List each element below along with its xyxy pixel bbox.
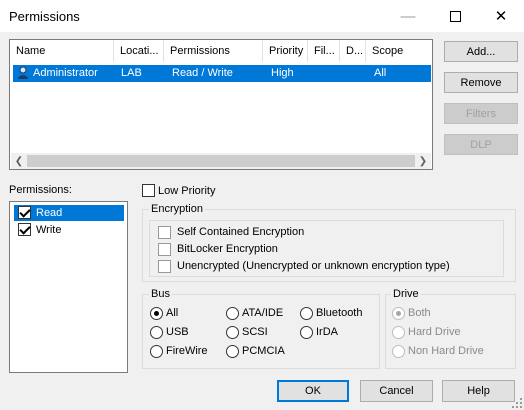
drive-hard-drive-radio[interactable]	[392, 326, 405, 339]
column-header-permissions[interactable]: Permissions	[164, 40, 263, 62]
permissions-list[interactable]: Name Locati... Permissions Priority Fil.…	[9, 39, 433, 170]
bus-all-label: All	[166, 307, 179, 319]
bus-irda-radio[interactable]	[300, 326, 313, 339]
scroll-left-button[interactable]: ❮	[11, 153, 27, 169]
bus-pcmcia-radio[interactable]	[226, 345, 239, 358]
bus-scsi-radio[interactable]	[226, 326, 239, 339]
table-row[interactable]: Administrator LAB Read / Write High All	[13, 65, 431, 82]
low-priority-checkbox[interactable]	[142, 184, 155, 197]
bus-title: Bus	[149, 288, 172, 300]
permissions-label: Permissions:	[9, 184, 72, 196]
minimize-button[interactable]: —	[385, 0, 431, 32]
help-button[interactable]: Help	[442, 380, 515, 402]
cell-name: Administrator	[13, 65, 110, 82]
drive-non-hard-drive-radio[interactable]	[392, 345, 405, 358]
drive-both-radio[interactable]	[392, 307, 405, 320]
read-label: Read	[36, 207, 63, 219]
title-bar: Permissions — ✕	[0, 0, 524, 32]
drive-non-hard-drive-label: Non Hard Drive	[408, 345, 484, 357]
bus-firewire-label: FireWire	[166, 345, 208, 357]
drive-hard-drive-label: Hard Drive	[408, 326, 461, 338]
cancel-button[interactable]: Cancel	[360, 380, 433, 402]
encryption-title: Encryption	[149, 203, 205, 215]
drive-both-label: Both	[408, 307, 431, 319]
bus-ata-ide-label: ATA/IDE	[242, 307, 284, 319]
column-header-priority[interactable]: Priority	[263, 40, 308, 62]
horizontal-scrollbar[interactable]: ❮ ❯	[11, 153, 431, 169]
write-checkbox[interactable]	[18, 223, 31, 236]
encryption-options-box: Self Contained Encryption BitLocker Encr…	[149, 220, 504, 277]
remove-button[interactable]: Remove	[444, 72, 518, 93]
bus-scsi-label: SCSI	[242, 326, 268, 338]
unencrypted-checkbox[interactable]	[158, 260, 171, 273]
self-contained-encryption-label: Self Contained Encryption	[177, 226, 305, 238]
resize-grip-icon[interactable]	[512, 398, 522, 408]
column-header-location[interactable]: Locati...	[114, 40, 164, 62]
bus-usb-radio[interactable]	[150, 326, 163, 339]
column-header-scope[interactable]: Scope	[366, 40, 432, 62]
list-item-read[interactable]: Read	[14, 205, 124, 221]
bus-usb-label: USB	[166, 326, 189, 338]
self-contained-encryption-checkbox[interactable]	[158, 226, 171, 239]
minimize-icon: —	[400, 7, 416, 25]
column-header-name[interactable]: Name	[10, 40, 114, 62]
cell-priority: High	[271, 67, 294, 79]
column-header-filter[interactable]: Fil...	[308, 40, 340, 62]
bus-irda-label: IrDA	[316, 326, 338, 338]
bitlocker-encryption-label: BitLocker Encryption	[177, 243, 278, 255]
maximize-icon	[449, 10, 461, 22]
bus-all-radio[interactable]	[150, 307, 163, 320]
list-item-write[interactable]: Write	[14, 222, 124, 238]
unencrypted-label: Unencrypted (Unencrypted or unknown encr…	[177, 260, 450, 272]
bitlocker-encryption-checkbox[interactable]	[158, 243, 171, 256]
user-icon	[18, 66, 28, 79]
scroll-right-button[interactable]: ❯	[415, 153, 431, 169]
maximize-button[interactable]	[432, 0, 478, 32]
ok-button[interactable]: OK	[277, 380, 349, 402]
bus-bluetooth-label: Bluetooth	[316, 307, 363, 319]
row-details: LAB Read / Write High All	[110, 65, 431, 82]
chevron-right-icon: ❯	[418, 155, 428, 167]
dlp-button[interactable]: DLP	[444, 134, 518, 155]
filters-button[interactable]: Filters	[444, 103, 518, 124]
write-label: Write	[36, 224, 62, 236]
permission-type-list[interactable]: Read Write	[9, 201, 128, 373]
bus-pcmcia-label: PCMCIA	[242, 345, 285, 357]
window-title: Permissions	[9, 9, 80, 24]
add-button[interactable]: Add...	[444, 41, 518, 62]
bus-ata-ide-radio[interactable]	[226, 307, 239, 320]
close-icon: ✕	[494, 8, 508, 25]
cell-permissions: Read / Write	[172, 67, 233, 79]
read-checkbox[interactable]	[18, 206, 31, 219]
cell-location: LAB	[121, 67, 142, 79]
scrollbar-thumb[interactable]	[27, 155, 415, 167]
cell-scope: All	[374, 67, 387, 79]
close-button[interactable]: ✕	[478, 0, 524, 32]
drive-title: Drive	[391, 288, 421, 300]
low-priority-label: Low Priority	[158, 185, 216, 197]
bus-bluetooth-radio[interactable]	[300, 307, 313, 320]
bus-firewire-radio[interactable]	[150, 345, 163, 358]
column-header-dlp[interactable]: D...	[340, 40, 366, 62]
chevron-left-icon: ❮	[14, 155, 24, 167]
row-name-text: Administrator	[33, 67, 98, 79]
